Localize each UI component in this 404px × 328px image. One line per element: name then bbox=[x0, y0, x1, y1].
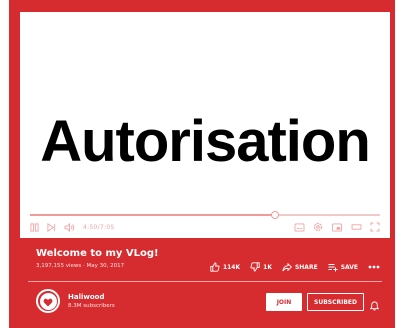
video-overlay-title: Autorisation bbox=[40, 109, 371, 174]
like-button[interactable]: 114K bbox=[210, 262, 240, 272]
fullscreen-icon[interactable] bbox=[370, 222, 380, 232]
more-icon bbox=[368, 265, 380, 269]
dislike-button[interactable]: 1K bbox=[250, 262, 272, 272]
volume-icon[interactable] bbox=[64, 222, 75, 232]
video-info: Welcome to my VLog! 3,197,155 views · Ma… bbox=[36, 248, 159, 269]
theater-icon[interactable] bbox=[351, 223, 362, 231]
join-button[interactable]: JOIN bbox=[266, 293, 302, 311]
like-icon bbox=[210, 262, 220, 272]
player-controls: 4:50/7:05 bbox=[30, 220, 380, 234]
dislike-icon bbox=[250, 262, 260, 272]
divider bbox=[28, 281, 382, 282]
more-button[interactable] bbox=[368, 265, 380, 269]
dislike-count: 1K bbox=[263, 263, 272, 271]
share-button[interactable]: SHARE bbox=[282, 262, 318, 272]
play-icon[interactable] bbox=[30, 222, 39, 232]
like-count: 114K bbox=[222, 263, 241, 271]
miniplayer-icon[interactable] bbox=[331, 222, 343, 232]
share-label: SHARE bbox=[294, 263, 318, 271]
channel-info: Haliwood 8.3M subscribers bbox=[36, 289, 115, 313]
settings-icon[interactable] bbox=[313, 222, 323, 232]
captions-icon[interactable] bbox=[294, 222, 305, 232]
save-label: SAVE bbox=[340, 263, 358, 271]
subscribed-button[interactable]: SUBSCRIBED bbox=[307, 293, 364, 311]
skip-icon[interactable] bbox=[47, 222, 56, 232]
progress-scrubber[interactable] bbox=[271, 211, 279, 219]
heart-icon bbox=[43, 292, 53, 311]
share-icon bbox=[282, 262, 292, 272]
progress-fill bbox=[30, 214, 275, 216]
save-button[interactable]: SAVE bbox=[328, 263, 358, 272]
bell-icon[interactable] bbox=[369, 296, 380, 315]
video-player[interactable]: Autorisation 4:50/7:05 bbox=[20, 12, 390, 238]
video-meta: 3,197,155 views · May 30, 2017 bbox=[36, 263, 125, 269]
avatar[interactable] bbox=[36, 289, 60, 313]
video-title: Welcome to my VLog! bbox=[36, 248, 159, 259]
action-bar: 114K 1K SHARE SAVE bbox=[210, 262, 380, 272]
subscriber-count: 8.3M subscribers bbox=[68, 303, 115, 309]
save-icon bbox=[328, 263, 338, 272]
progress-bar[interactable] bbox=[30, 211, 380, 219]
time-display: 4:50/7:05 bbox=[83, 223, 115, 231]
channel-name[interactable]: Haliwood bbox=[68, 293, 115, 301]
